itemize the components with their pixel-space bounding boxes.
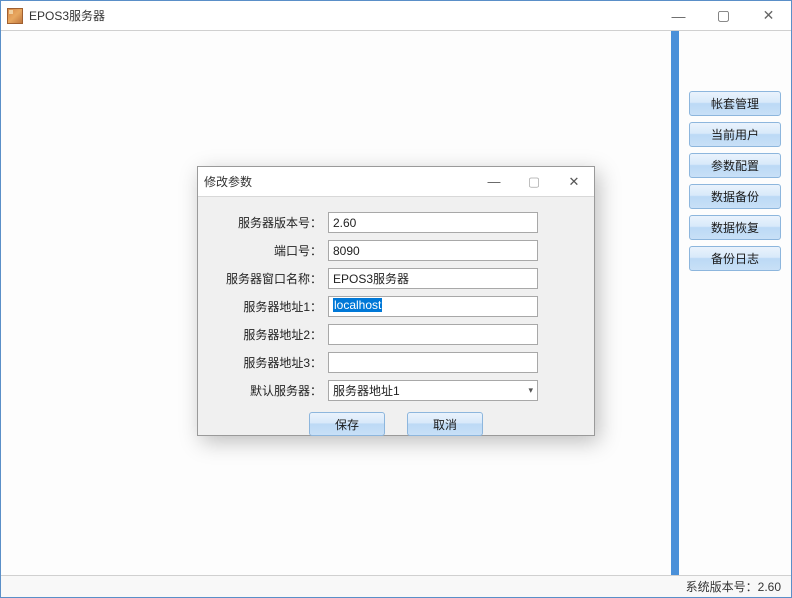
status-version-label: 系统版本号： bbox=[686, 578, 758, 595]
dialog-minimize-button[interactable]: — bbox=[474, 167, 514, 196]
dialog-maximize-button: ▢ bbox=[514, 167, 554, 196]
app-icon bbox=[7, 8, 23, 24]
label-addr3: 服务器地址3： bbox=[216, 354, 328, 371]
sidebar-btn-account-mgmt[interactable]: 帐套管理 bbox=[689, 91, 781, 116]
window-title: EPOS3服务器 bbox=[29, 7, 656, 24]
select-default-server[interactable]: 服务器地址1 ▾ bbox=[328, 380, 538, 401]
chevron-down-icon: ▾ bbox=[528, 385, 533, 396]
main-body: 修改参数 — ▢ ✕ 服务器版本号： 端口号： bbox=[1, 31, 791, 575]
sidebar-btn-data-restore[interactable]: 数据恢复 bbox=[689, 215, 781, 240]
right-sidebar: 帐套管理 当前用户 参数配置 数据备份 数据恢复 备份日志 bbox=[679, 31, 791, 575]
form-row-window-name: 服务器窗口名称： bbox=[216, 267, 576, 290]
label-addr1: 服务器地址1： bbox=[216, 298, 328, 315]
modify-params-dialog: 修改参数 — ▢ ✕ 服务器版本号： 端口号： bbox=[197, 166, 595, 436]
sidebar-btn-param-config[interactable]: 参数配置 bbox=[689, 153, 781, 178]
status-bar: 系统版本号： 2.60 bbox=[1, 575, 791, 597]
cancel-button[interactable]: 取消 bbox=[407, 412, 483, 436]
sidebar-btn-backup-log[interactable]: 备份日志 bbox=[689, 246, 781, 271]
dialog-buttons: 保存 取消 bbox=[216, 412, 576, 436]
form-row-version: 服务器版本号： bbox=[216, 211, 576, 234]
input-addr1-selection: localhost bbox=[333, 298, 382, 312]
input-addr2[interactable] bbox=[328, 324, 538, 345]
sidebar-btn-current-user[interactable]: 当前用户 bbox=[689, 122, 781, 147]
status-version-value: 2.60 bbox=[758, 580, 781, 594]
input-addr3[interactable] bbox=[328, 352, 538, 373]
dialog-body: 服务器版本号： 端口号： 服务器窗口名称： 服务器地址1： localhost bbox=[198, 197, 594, 446]
form-row-addr2: 服务器地址2： bbox=[216, 323, 576, 346]
main-window: EPOS3服务器 — ▢ ✕ 修改参数 — ▢ ✕ bbox=[0, 0, 792, 598]
form-row-addr1: 服务器地址1： localhost bbox=[216, 295, 576, 318]
form-row-addr3: 服务器地址3： bbox=[216, 351, 576, 374]
titlebar: EPOS3服务器 — ▢ ✕ bbox=[1, 1, 791, 31]
label-port: 端口号： bbox=[216, 242, 328, 259]
input-port[interactable] bbox=[328, 240, 538, 261]
form-row-default: 默认服务器： 服务器地址1 ▾ bbox=[216, 379, 576, 402]
close-button[interactable]: ✕ bbox=[746, 1, 791, 30]
save-button[interactable]: 保存 bbox=[309, 412, 385, 436]
form-row-port: 端口号： bbox=[216, 239, 576, 262]
label-version: 服务器版本号： bbox=[216, 214, 328, 231]
dialog-title: 修改参数 bbox=[204, 173, 474, 190]
dialog-titlebar: 修改参数 — ▢ ✕ bbox=[198, 167, 594, 197]
dialog-controls: — ▢ ✕ bbox=[474, 167, 594, 196]
label-default: 默认服务器： bbox=[216, 382, 328, 399]
minimize-button[interactable]: — bbox=[656, 1, 701, 30]
maximize-button[interactable]: ▢ bbox=[701, 1, 746, 30]
label-window-name: 服务器窗口名称： bbox=[216, 270, 328, 287]
dialog-close-button[interactable]: ✕ bbox=[554, 167, 594, 196]
input-addr1[interactable]: localhost bbox=[328, 296, 538, 317]
content-area: 修改参数 — ▢ ✕ 服务器版本号： 端口号： bbox=[1, 31, 679, 575]
sidebar-btn-data-backup[interactable]: 数据备份 bbox=[689, 184, 781, 209]
input-version[interactable] bbox=[328, 212, 538, 233]
select-default-value: 服务器地址1 bbox=[333, 382, 400, 399]
window-controls: — ▢ ✕ bbox=[656, 1, 791, 30]
label-addr2: 服务器地址2： bbox=[216, 326, 328, 343]
input-window-name[interactable] bbox=[328, 268, 538, 289]
